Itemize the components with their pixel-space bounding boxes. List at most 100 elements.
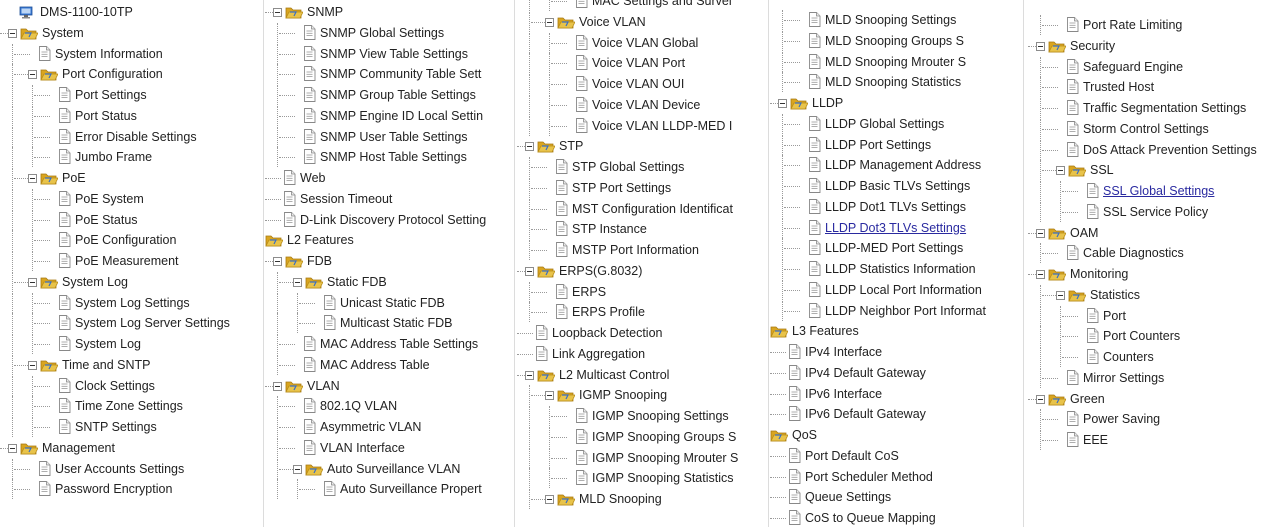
tree-item-lldp-statistics-information[interactable]: LLDP Statistics Information — [770, 259, 1022, 279]
collapse-toggle-icon[interactable] — [8, 443, 17, 453]
collapse-toggle-icon[interactable] — [28, 174, 37, 183]
tree-folder-ssl[interactable]: SSL — [1028, 160, 1288, 181]
tree-item-port-scheduler-method[interactable]: Port Scheduler Method — [770, 467, 1022, 487]
tree-item-multicast-static-fdb[interactable]: Multicast Static FDB — [265, 313, 513, 334]
tree-folder-statistics[interactable]: Statistics — [1028, 284, 1288, 305]
tree-item-stp-port-settings[interactable]: STP Port Settings — [517, 177, 767, 198]
tree-folder-security[interactable]: Security — [1028, 36, 1288, 56]
tree-item-igmp-snooping-groups-s[interactable]: IGMP Snooping Groups S — [517, 426, 767, 447]
tree-item-poe-configuration[interactable]: PoE Configuration — [0, 230, 262, 251]
tree-item-snmp-engine-id-local-settin[interactable]: SNMP Engine ID Local Settin — [265, 105, 513, 126]
tree-item-mac-settings-and-survei[interactable]: MAC Settings and Survei — [517, 0, 767, 11]
tree-item-lldp-local-port-information[interactable]: LLDP Local Port Information — [770, 279, 1022, 300]
tree-item-ipv4-default-gateway[interactable]: IPv4 Default Gateway — [770, 363, 1022, 383]
tree-item-mld-snooping-settings[interactable]: MLD Snooping Settings — [770, 10, 1022, 30]
collapse-toggle-icon[interactable] — [1056, 290, 1065, 300]
tree-folder-green[interactable]: Green — [1028, 389, 1288, 409]
tree-folder-vlan[interactable]: VLAN — [265, 376, 513, 396]
collapse-toggle-icon[interactable] — [8, 28, 17, 38]
tree-item-igmp-snooping-statistics[interactable]: IGMP Snooping Statistics — [517, 468, 767, 489]
tree-folder-time-and-sntp[interactable]: Time and SNTP — [0, 354, 262, 375]
tree-item-mac-address-table[interactable]: MAC Address Table — [265, 354, 513, 375]
tree-item-lldp-port-settings[interactable]: LLDP Port Settings — [770, 134, 1022, 155]
collapse-toggle-icon[interactable] — [293, 277, 302, 287]
tree-item-lldp-dot1-tlvs-settings[interactable]: LLDP Dot1 TLVs Settings — [770, 196, 1022, 217]
tree-item-port-rate-limiting[interactable]: Port Rate Limiting — [1028, 15, 1288, 35]
collapse-toggle-icon[interactable] — [273, 381, 282, 391]
tree-item-cable-diagnostics[interactable]: Cable Diagnostics — [1028, 243, 1288, 264]
tree-item-asymmetric-vlan[interactable]: Asymmetric VLAN — [265, 417, 513, 437]
tree-item-jumbo-frame[interactable]: Jumbo Frame — [0, 147, 262, 168]
tree-item-stp-global-settings[interactable]: STP Global Settings — [517, 157, 767, 177]
tree-item-snmp-view-table-settings[interactable]: SNMP View Table Settings — [265, 43, 513, 64]
tree-item-loopback-detection[interactable]: Loopback Detection — [517, 323, 767, 343]
collapse-toggle-icon[interactable] — [525, 370, 534, 380]
tree-item-port-settings[interactable]: Port Settings — [0, 85, 262, 105]
tree-folder-port-configuration[interactable]: Port Configuration — [0, 64, 262, 85]
tree-item-stp-instance[interactable]: STP Instance — [517, 219, 767, 240]
tree-item-port-status[interactable]: Port Status — [0, 105, 262, 126]
tree-item-voice-vlan-lldp-med-i[interactable]: Voice VLAN LLDP-MED I — [517, 115, 767, 136]
collapse-toggle-icon[interactable] — [1036, 394, 1045, 404]
tree-item-ssl-service-policy[interactable]: SSL Service Policy — [1028, 201, 1288, 222]
tree-item-vlan-interface[interactable]: VLAN Interface — [265, 437, 513, 458]
tree-folder-l3-features[interactable]: L3 Features — [770, 321, 1022, 341]
tree-item-link-aggregation[interactable]: Link Aggregation — [517, 344, 767, 364]
tree-item-port[interactable]: Port — [1028, 305, 1288, 326]
tree-item-session-timeout[interactable]: Session Timeout — [265, 189, 513, 209]
collapse-toggle-icon[interactable] — [1056, 166, 1065, 176]
tree-item-safeguard-engine[interactable]: Safeguard Engine — [1028, 56, 1288, 77]
collapse-toggle-icon[interactable] — [545, 17, 554, 27]
tree-item-lldp-basic-tlvs-settings[interactable]: LLDP Basic TLVs Settings — [770, 176, 1022, 196]
tree-item-queue-settings[interactable]: Queue Settings — [770, 487, 1022, 507]
tree-folder-poe[interactable]: PoE — [0, 168, 262, 188]
tree-item-poe-system[interactable]: PoE System — [0, 188, 262, 209]
tree-item-snmp-user-table-settings[interactable]: SNMP User Table Settings — [265, 126, 513, 147]
tree-item-ssl-global-settings[interactable]: SSL Global Settings — [1028, 181, 1288, 201]
tree-folder-qos[interactable]: QoS — [770, 425, 1022, 445]
tree-folder-stp[interactable]: STP — [517, 136, 767, 156]
tree-item-power-saving[interactable]: Power Saving — [1028, 409, 1288, 430]
tree-item-user-accounts-settings[interactable]: User Accounts Settings — [0, 458, 262, 479]
tree-item-port-counters[interactable]: Port Counters — [1028, 326, 1288, 347]
collapse-toggle-icon[interactable] — [273, 257, 282, 266]
tree-folder-l2-features[interactable]: L2 Features — [265, 230, 513, 250]
tree-item-cos-to-queue-mapping[interactable]: CoS to Queue Mapping — [770, 508, 1022, 527]
tree-folder-fdb[interactable]: FDB — [265, 251, 513, 271]
collapse-toggle-icon[interactable] — [525, 266, 534, 276]
tree-item-d-link-discovery-protocol-setting[interactable]: D-Link Discovery Protocol Setting — [265, 210, 513, 230]
tree-item-voice-vlan-oui[interactable]: Voice VLAN OUI — [517, 74, 767, 94]
tree-item-igmp-snooping-settings[interactable]: IGMP Snooping Settings — [517, 406, 767, 426]
tree-item-lldp-med-port-settings[interactable]: LLDP-MED Port Settings — [770, 238, 1022, 259]
tree-item-storm-control-settings[interactable]: Storm Control Settings — [1028, 118, 1288, 139]
tree-item-poe-measurement[interactable]: PoE Measurement — [0, 251, 262, 271]
tree-item-ipv6-interface[interactable]: IPv6 Interface — [770, 384, 1022, 404]
tree-folder-l2-multicast-control[interactable]: L2 Multicast Control — [517, 365, 767, 385]
tree-item-igmp-snooping-mrouter-s[interactable]: IGMP Snooping Mrouter S — [517, 447, 767, 468]
tree-item-erps-profile[interactable]: ERPS Profile — [517, 302, 767, 323]
collapse-toggle-icon[interactable] — [1036, 270, 1045, 279]
tree-item-802-1q-vlan[interactable]: 802.1Q VLAN — [265, 396, 513, 417]
tree-folder-voice-vlan[interactable]: Voice VLAN — [517, 11, 767, 32]
collapse-toggle-icon[interactable] — [778, 99, 787, 108]
tree-folder-oam[interactable]: OAM — [1028, 223, 1288, 243]
collapse-toggle-icon[interactable] — [525, 142, 534, 152]
tree-item-voice-vlan-port[interactable]: Voice VLAN Port — [517, 53, 767, 74]
tree-folder-snmp[interactable]: SNMP — [265, 2, 513, 22]
tree-item-system-log-settings[interactable]: System Log Settings — [0, 292, 262, 313]
tree-item-snmp-host-table-settings[interactable]: SNMP Host Table Settings — [265, 147, 513, 168]
collapse-toggle-icon[interactable] — [1036, 41, 1045, 51]
tree-item-clock-settings[interactable]: Clock Settings — [0, 375, 262, 396]
tree-item-mst-configuration-identificat[interactable]: MST Configuration Identificat — [517, 198, 767, 219]
tree-item-unicast-static-fdb[interactable]: Unicast Static FDB — [265, 292, 513, 313]
collapse-toggle-icon[interactable] — [28, 70, 37, 80]
collapse-toggle-icon[interactable] — [293, 464, 302, 474]
tree-item-lldp-management-address[interactable]: LLDP Management Address — [770, 155, 1022, 176]
tree-item-password-encryption[interactable]: Password Encryption — [0, 479, 262, 500]
tree-folder-lldp[interactable]: LLDP — [770, 93, 1022, 113]
tree-item-lldp-dot3-tlvs-settings[interactable]: LLDP Dot3 TLVs Settings — [770, 217, 1022, 238]
tree-item-mstp-port-information[interactable]: MSTP Port Information — [517, 240, 767, 260]
tree-item-snmp-community-table-sett[interactable]: SNMP Community Table Sett — [265, 64, 513, 85]
tree-item-lldp-global-settings[interactable]: LLDP Global Settings — [770, 113, 1022, 134]
collapse-toggle-icon[interactable] — [545, 391, 554, 401]
